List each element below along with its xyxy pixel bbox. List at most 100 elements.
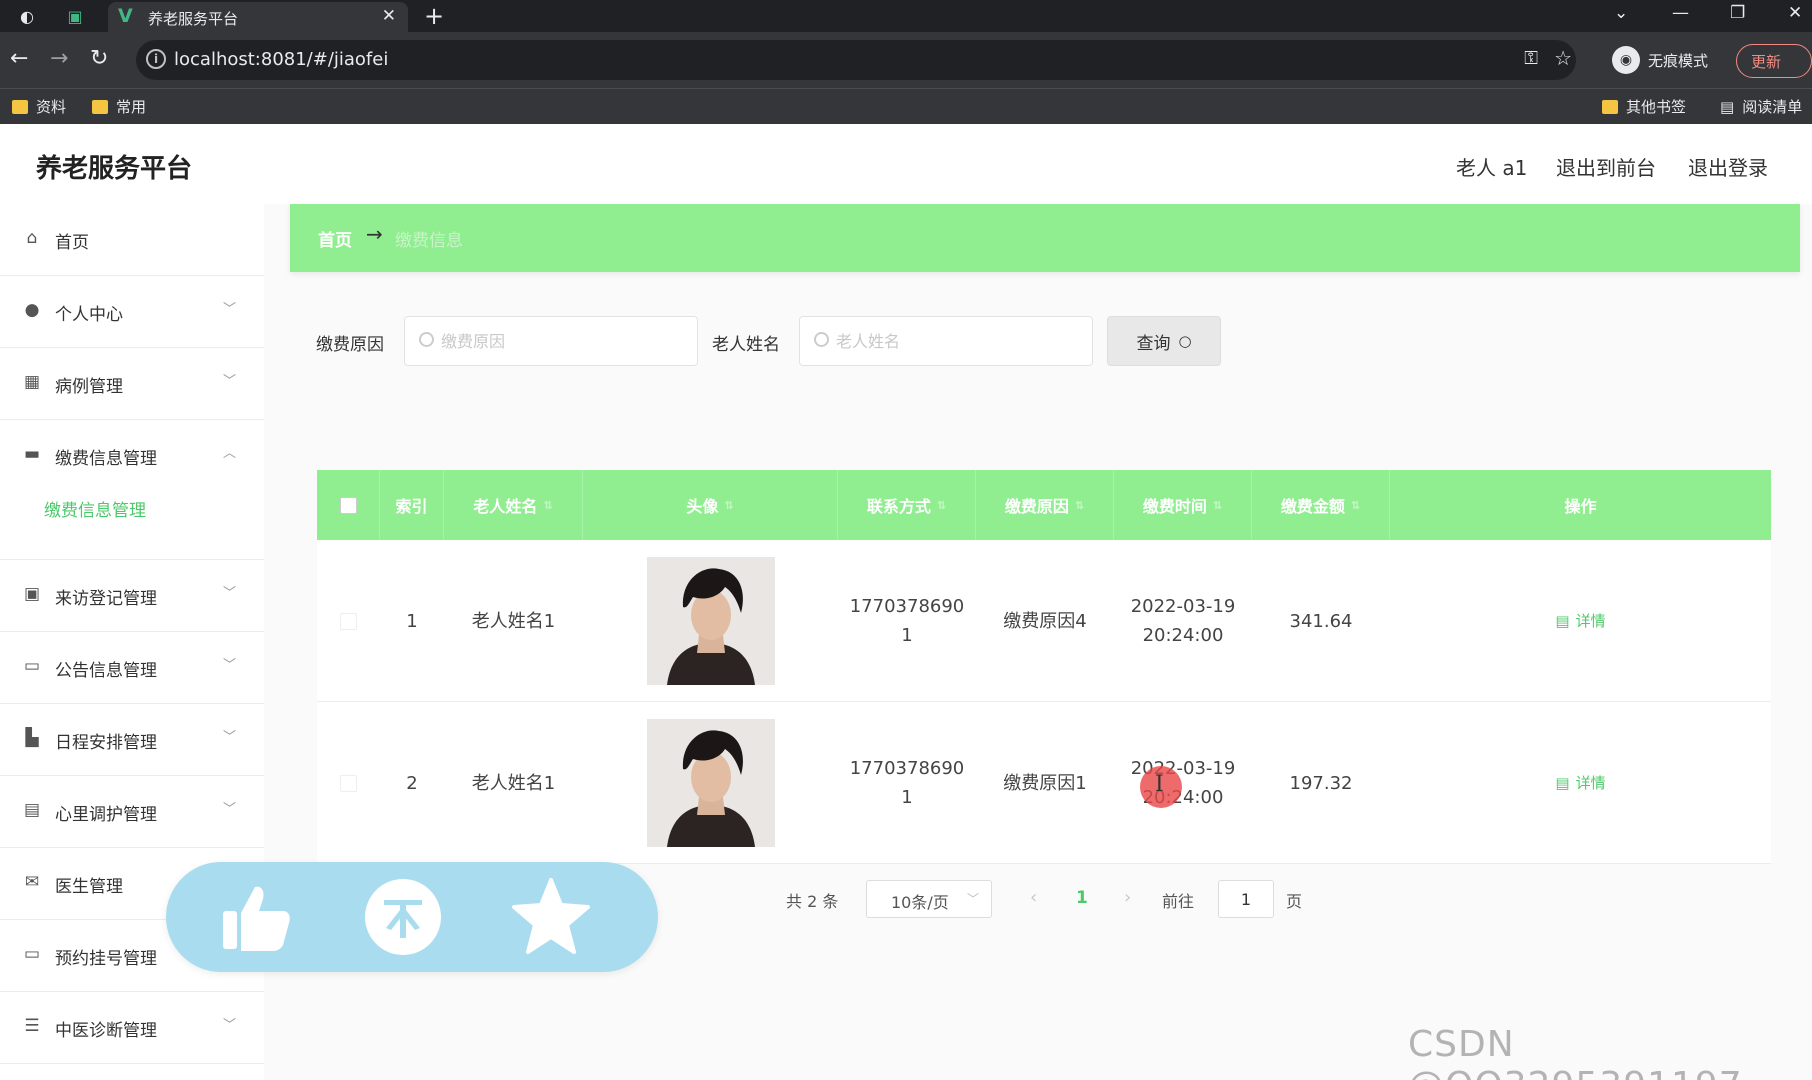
favorite-button[interactable]	[510, 876, 592, 958]
avatar[interactable]	[646, 557, 775, 685]
sidebar-item-home[interactable]: ⌂ 首页	[0, 204, 264, 276]
name-input[interactable]	[836, 325, 1076, 357]
bookmark-folder[interactable]: 常用	[92, 96, 146, 117]
cell-amount: 197.32	[1289, 772, 1353, 794]
pagination-total: 共 2 条	[786, 892, 839, 911]
sort-icon[interactable]: ⇅	[937, 499, 946, 512]
site-info-icon[interactable]: i	[146, 49, 166, 69]
logout-link[interactable]: 退出登录	[1688, 152, 1768, 181]
bookmark-star-icon[interactable]: ☆	[1554, 46, 1572, 70]
detail-button[interactable]: ▤ 详情	[1555, 769, 1605, 798]
sidebar-item-visits[interactable]: ▣ 来访登记管理 ﹀	[0, 560, 264, 632]
cell-actions: ▤ 详情	[1390, 702, 1771, 864]
header-label: 老人姓名	[473, 497, 538, 516]
coin-button[interactable]	[362, 876, 444, 958]
chevron-down-icon: ﹀	[222, 1018, 236, 1033]
sidebar-item-label: 公告信息管理	[55, 661, 157, 681]
tab-close-icon[interactable]: ✕	[382, 6, 396, 26]
sidebar-item-tcm[interactable]: ☰ 中医诊断管理 ﹀	[0, 992, 264, 1064]
sidebar-item-profile[interactable]: ● 个人中心 ﹀	[0, 276, 264, 348]
browser-menu-icon[interactable]: ◐	[16, 5, 38, 27]
chevron-down-icon: ﹀	[222, 586, 236, 601]
sidebar-item-payment[interactable]: ▬ 缴费信息管理 ︿	[0, 420, 264, 560]
incognito-indicator[interactable]: ◉ 无痕模式	[1612, 42, 1708, 78]
row-checkbox[interactable]	[340, 774, 357, 792]
update-button[interactable]: 更新	[1736, 44, 1812, 78]
sidebar-item-care[interactable]: ▤ 心里调护管理 ﹀	[0, 776, 264, 848]
reload-icon[interactable]: ↻	[90, 46, 108, 71]
cell-time: 2022-03-19 20:24:00	[1114, 540, 1252, 702]
current-user: 老人 a1	[1456, 156, 1528, 180]
header-reason[interactable]: 缴费原因 ⇅	[976, 470, 1114, 540]
restore-icon[interactable]: ❐	[1730, 3, 1745, 23]
password-key-icon[interactable]: ⚿	[1524, 48, 1538, 69]
visit-icon: ▣	[23, 584, 41, 604]
next-page-icon[interactable]: ›	[1124, 887, 1131, 908]
sort-icon[interactable]: ⇅	[724, 499, 733, 512]
detail-button[interactable]: ▤ 详情	[1555, 607, 1605, 636]
prev-page-icon[interactable]: ‹	[1030, 887, 1037, 908]
header-index: 索引	[380, 470, 444, 540]
search-icon: ○	[1178, 332, 1192, 350]
sidebar-item-cases[interactable]: ▦ 病例管理 ﹀	[0, 348, 264, 420]
like-button[interactable]	[214, 876, 296, 958]
sort-icon[interactable]: ⇅	[1075, 499, 1084, 512]
back-icon[interactable]: ←	[10, 46, 28, 71]
header-time[interactable]: 缴费时间 ⇅	[1114, 470, 1252, 540]
care-icon: ▤	[23, 800, 41, 820]
reason-input[interactable]	[441, 325, 681, 357]
avatar[interactable]	[646, 719, 775, 847]
header-name[interactable]: 老人姓名 ⇅	[444, 470, 583, 540]
header-avatar[interactable]: 头像 ⇅	[583, 470, 838, 540]
sort-icon[interactable]: ⇅	[1213, 499, 1222, 512]
reading-list[interactable]: ▤ 阅读清单	[1720, 96, 1802, 117]
header-phone[interactable]: 联系方式 ⇅	[838, 470, 976, 540]
cell-avatar	[583, 702, 838, 864]
chevron-down-icon: ﹀	[966, 892, 979, 906]
pinned-tab-icon[interactable]: ▣	[64, 5, 86, 27]
tab-search-icon[interactable]: ⌄	[1614, 3, 1628, 23]
new-tab-icon[interactable]: +	[424, 2, 444, 30]
sidebar-item-notices[interactable]: ▭ 公告信息管理 ﹀	[0, 632, 264, 704]
pagination: 共 2 条 10条/页 ﹀ ‹ 1 › 前往 页	[786, 880, 1386, 918]
cell-reason: 缴费原因4	[1003, 610, 1087, 632]
header-amount[interactable]: 缴费金额 ⇅	[1252, 470, 1390, 540]
current-page[interactable]: 1	[1076, 888, 1088, 908]
forward-icon[interactable]: →	[50, 46, 68, 71]
cell-time: 2022-03-19 20:24:00	[1114, 702, 1252, 864]
query-button[interactable]: 查询 ○	[1107, 316, 1221, 366]
name-search-field[interactable]	[799, 316, 1093, 366]
mouse-cursor-icon	[1140, 766, 1182, 808]
omnibox[interactable]: i localhost:8081/#/jiaofei ⚿ ☆	[136, 40, 1576, 80]
bookmark-label: 常用	[116, 98, 147, 116]
goto-page-input[interactable]	[1218, 880, 1274, 918]
page-size-select[interactable]: 10条/页 ﹀	[866, 880, 992, 918]
sidebar-item-schedule[interactable]: ▙ 日程安排管理 ﹀	[0, 704, 264, 776]
browser-tab[interactable]: V 养老服务平台 ✕	[108, 2, 408, 32]
cell-index: 1	[406, 610, 418, 632]
window-close-icon[interactable]: ✕	[1788, 3, 1802, 23]
bookmarks-bar: 资料 常用 其他书签 ▤ 阅读清单	[0, 88, 1812, 124]
to-front-link[interactable]: 退出到前台	[1556, 152, 1656, 181]
bookmark-folder[interactable]: 资料	[12, 96, 66, 117]
grid-icon: ▦	[23, 372, 41, 392]
chevron-down-icon: ﹀	[222, 658, 236, 673]
select-all-checkbox[interactable]	[339, 496, 357, 514]
page-size-value: 10条/页	[891, 893, 949, 912]
header-label: 头像	[686, 497, 719, 516]
browser-tab-bar: ◐ ▣ V 养老服务平台 ✕ + ⌄ — ❐ ✕	[0, 0, 1812, 32]
minimize-icon[interactable]: —	[1672, 3, 1689, 23]
table-row: 2 老人姓名1 1770378690 1 缴费原因1 2022-03-19 20…	[317, 702, 1771, 864]
reason-search-field[interactable]	[404, 316, 698, 366]
home-icon: ⌂	[26, 228, 38, 248]
detail-label: 详情	[1575, 773, 1606, 792]
sort-icon[interactable]: ⇅	[543, 499, 552, 512]
list-icon: ☰	[24, 1016, 40, 1036]
bookmark-label: 阅读清单	[1742, 98, 1803, 116]
sidebar-subitem-payment-info[interactable]: 缴费信息管理	[44, 496, 146, 521]
row-checkbox[interactable]	[340, 612, 357, 630]
other-bookmarks[interactable]: 其他书签	[1602, 96, 1686, 117]
sort-icon[interactable]: ⇅	[1351, 499, 1360, 512]
url-text[interactable]: localhost:8081/#/jiaofei	[174, 49, 388, 70]
breadcrumb-home[interactable]: 首页	[318, 226, 352, 251]
